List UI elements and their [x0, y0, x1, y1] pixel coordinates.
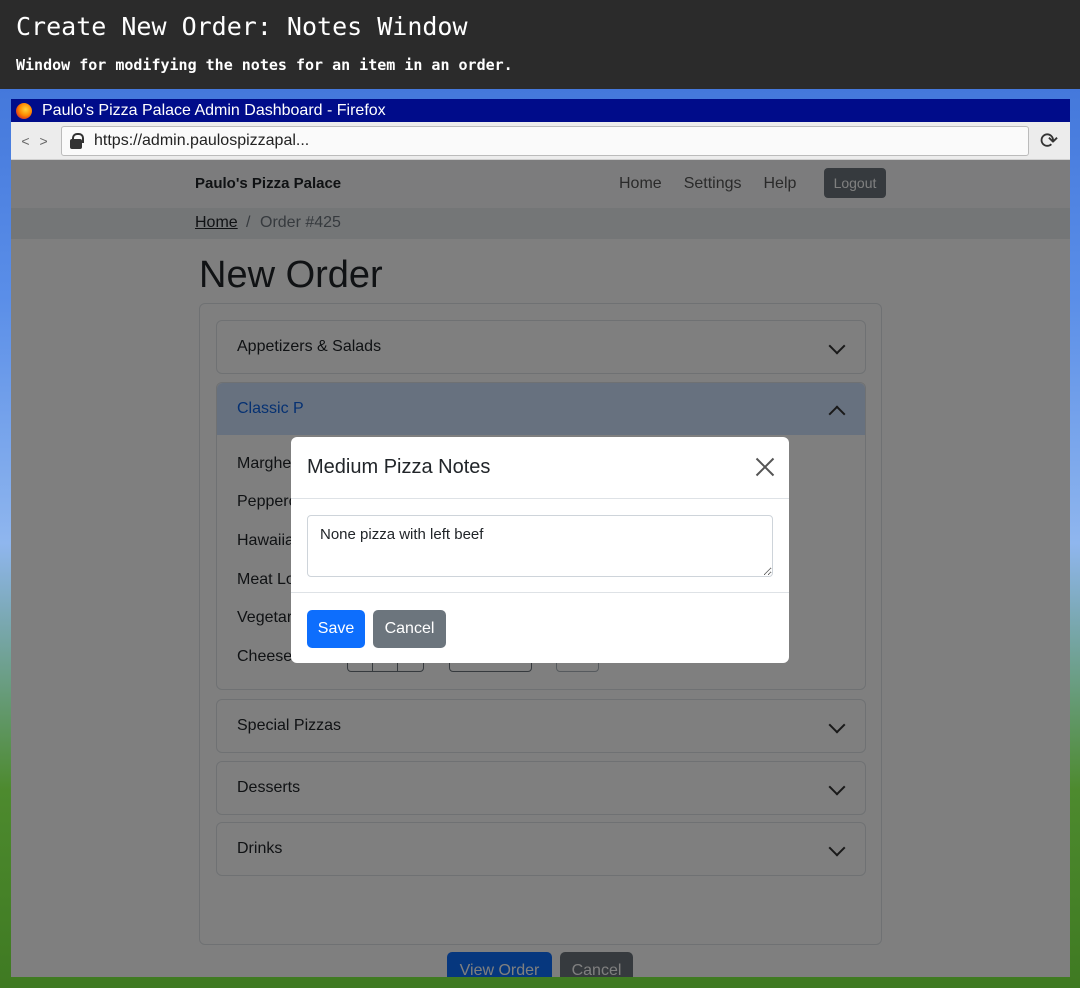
caption-title: Create New Order: Notes Window [16, 12, 468, 41]
browser-window: Paulo's Pizza Palace Admin Dashboard - F… [11, 99, 1070, 977]
modal-header: Medium Pizza Notes [291, 437, 789, 499]
window-title: Paulo's Pizza Palace Admin Dashboard - F… [42, 101, 386, 119]
modal-title: Medium Pizza Notes [307, 456, 491, 478]
address-bar[interactable]: https://admin.paulospizzapal... [61, 125, 1029, 156]
notes-modal: Medium Pizza Notes None pizza with left … [291, 437, 789, 663]
site-content: Paulo's Pizza Palace Home Settings Help … [11, 160, 1070, 977]
window-titlebar: Paulo's Pizza Palace Admin Dashboard - F… [11, 99, 1070, 122]
caption-subtitle: Window for modifying the notes for an it… [16, 56, 513, 74]
address-text: https://admin.paulospizzapal... [94, 131, 310, 149]
close-icon[interactable] [755, 457, 775, 477]
caption-bar: Create New Order: Notes Window Window fo… [0, 0, 1080, 89]
lock-icon [70, 132, 84, 149]
reload-icon[interactable]: ⟳ [1029, 128, 1069, 154]
save-button[interactable]: Save [307, 610, 365, 648]
cancel-button[interactable]: Cancel [373, 610, 446, 648]
firefox-icon [16, 102, 32, 119]
notes-textarea[interactable]: None pizza with left beef [307, 515, 773, 577]
back-forward-icon[interactable]: < > [11, 133, 61, 149]
url-bar-row: < > https://admin.paulospizzapal... ⟳ [11, 122, 1070, 160]
modal-body: None pizza with left beef [291, 499, 789, 593]
